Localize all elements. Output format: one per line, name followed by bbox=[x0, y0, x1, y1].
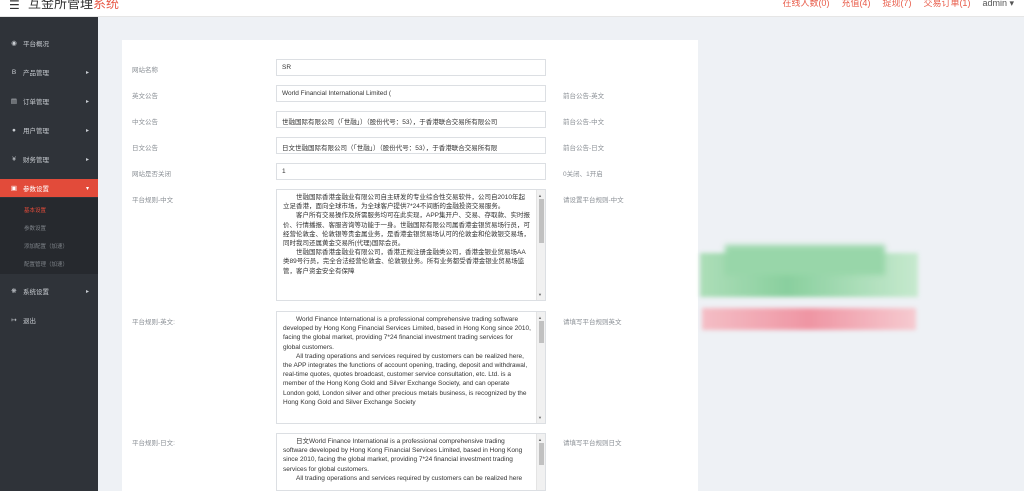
cn-notice-input[interactable]: 世融国际有限公司（「世融」）（股份代号：53），于香港联合交易所有限公司 bbox=[276, 111, 546, 128]
bitcoin-icon: B bbox=[11, 68, 17, 76]
jp-notice-hint: 前台公告-日文 bbox=[563, 145, 605, 152]
scrollbar[interactable]: ▲ bbox=[536, 434, 545, 490]
scroll-down-icon: ▼ bbox=[538, 414, 542, 420]
site-closed-label: 网站是否关闭 bbox=[132, 171, 171, 178]
en-notice-input[interactable]: World Financial International Limited ( bbox=[276, 85, 546, 102]
site-closed-hint: 0关闭、1开启 bbox=[563, 171, 603, 178]
site-closed-input[interactable]: 1 bbox=[276, 163, 546, 180]
top-bar: ☰ 互金所管理系统 在线人数(0) 充值(4) 提现(7) 交易订单(1) ad… bbox=[0, 0, 1024, 17]
submenu-config-manage[interactable]: 配置管理（加速） bbox=[24, 260, 68, 268]
sidebar-item-params[interactable]: ▣ 参数设置 ▾ bbox=[0, 179, 98, 197]
rules-en-hint: 请填写平台规则英文 bbox=[563, 319, 622, 326]
scroll-thumb[interactable] bbox=[539, 321, 544, 343]
rules-en-label: 平台规则-英文: bbox=[132, 319, 175, 326]
trade-orders-link[interactable]: 交易订单(1) bbox=[923, 0, 970, 9]
scroll-down-icon: ▼ bbox=[538, 291, 542, 297]
sidebar-item-overview[interactable]: ◉ 平台概况 bbox=[0, 34, 98, 52]
rules-cn-label: 平台规则-中文 bbox=[132, 197, 174, 204]
en-notice-hint: 前台公告-英文 bbox=[563, 93, 605, 100]
sidebar: ◉ 平台概况 B 产品管理 ▸ ▤ 订单管理 ▸ ● 用户管理 ▸ ¥ 财务管理… bbox=[0, 17, 98, 491]
site-name-label: 网站名称 bbox=[132, 67, 158, 74]
rules-jp-hint: 请填写平台规则日文 bbox=[563, 440, 622, 447]
sidebar-submenu: 基本设置 参数设置 添加配置（加速） 配置管理（加速） bbox=[0, 198, 98, 274]
chevron-right-icon: ▸ bbox=[85, 98, 89, 105]
submenu-basic-settings[interactable]: 基本设置 bbox=[24, 206, 46, 214]
blurred-watermark-green bbox=[700, 245, 918, 297]
rules-cn-hint: 请设置平台规则-中文 bbox=[563, 197, 624, 204]
sidebar-item-users[interactable]: ● 用户管理 ▸ bbox=[0, 121, 98, 139]
scrollbar[interactable]: ▲ ▼ bbox=[536, 312, 545, 423]
rules-jp-textarea[interactable]: 日文World Finance International is a profe… bbox=[276, 433, 546, 491]
chevron-right-icon: ▸ bbox=[85, 156, 89, 163]
submenu-add-config[interactable]: 添加配置（加速） bbox=[24, 242, 68, 250]
scroll-thumb[interactable] bbox=[539, 443, 544, 465]
header-links: 在线人数(0) 充值(4) 提现(7) 交易订单(1) admin ▾ bbox=[782, 0, 1014, 9]
recharge-link[interactable]: 充值(4) bbox=[841, 0, 870, 9]
sidebar-item-products[interactable]: B 产品管理 ▸ bbox=[0, 63, 98, 81]
chevron-down-icon: ▾ bbox=[1009, 0, 1014, 8]
blurred-watermark-red bbox=[702, 308, 916, 330]
user-menu[interactable]: admin ▾ bbox=[982, 0, 1014, 9]
submenu-param-settings[interactable]: 参数设置 bbox=[24, 224, 46, 232]
sidebar-item-finance[interactable]: ¥ 财务管理 ▸ bbox=[0, 150, 98, 168]
cn-notice-label: 中文公告 bbox=[132, 119, 158, 126]
en-notice-label: 英文公告 bbox=[132, 93, 158, 100]
settings-icon: ▣ bbox=[10, 185, 18, 192]
scrollbar[interactable]: ▲ ▼ bbox=[536, 190, 545, 300]
scroll-thumb[interactable] bbox=[539, 199, 544, 243]
sidebar-item-orders[interactable]: ▤ 订单管理 ▸ bbox=[0, 92, 98, 110]
logout-icon: ↦ bbox=[11, 317, 17, 324]
clipboard-icon: ▤ bbox=[10, 98, 18, 105]
brand-title: 互金所管理系统 bbox=[28, 0, 120, 11]
jp-notice-label: 日文公告 bbox=[132, 145, 158, 152]
site-name-input[interactable]: SR bbox=[276, 59, 546, 76]
rules-cn-textarea[interactable]: 世融国际香港金融业有限公司自主研发的专业综合性交易软件，公司自2010年起立足香… bbox=[276, 189, 546, 301]
dashboard-icon: ◉ bbox=[11, 40, 17, 47]
online-users-link[interactable]: 在线人数(0) bbox=[782, 0, 829, 9]
chevron-right-icon: ▸ bbox=[85, 288, 89, 295]
sidebar-item-logout[interactable]: ↦ 退出 bbox=[0, 311, 98, 329]
rules-jp-label: 平台规则-日文: bbox=[132, 440, 175, 447]
gears-icon: ❋ bbox=[11, 288, 17, 295]
chevron-right-icon: ▸ bbox=[85, 69, 89, 76]
cn-notice-hint: 前台公告-中文 bbox=[563, 119, 605, 126]
jp-notice-input[interactable]: 日文世融国际有限公司（「世融」）（股份代号：53），于香港联合交易所有限 bbox=[276, 137, 546, 154]
hamburger-icon[interactable]: ☰ bbox=[9, 0, 20, 11]
chevron-down-icon: ▾ bbox=[85, 185, 89, 192]
user-icon: ● bbox=[12, 126, 16, 134]
sidebar-item-system[interactable]: ❋ 系统设置 ▸ bbox=[0, 282, 98, 300]
yen-icon: ¥ bbox=[12, 155, 16, 163]
withdraw-link[interactable]: 提现(7) bbox=[882, 0, 911, 9]
chevron-right-icon: ▸ bbox=[85, 127, 89, 134]
rules-en-textarea[interactable]: World Finance International is a profess… bbox=[276, 311, 546, 424]
